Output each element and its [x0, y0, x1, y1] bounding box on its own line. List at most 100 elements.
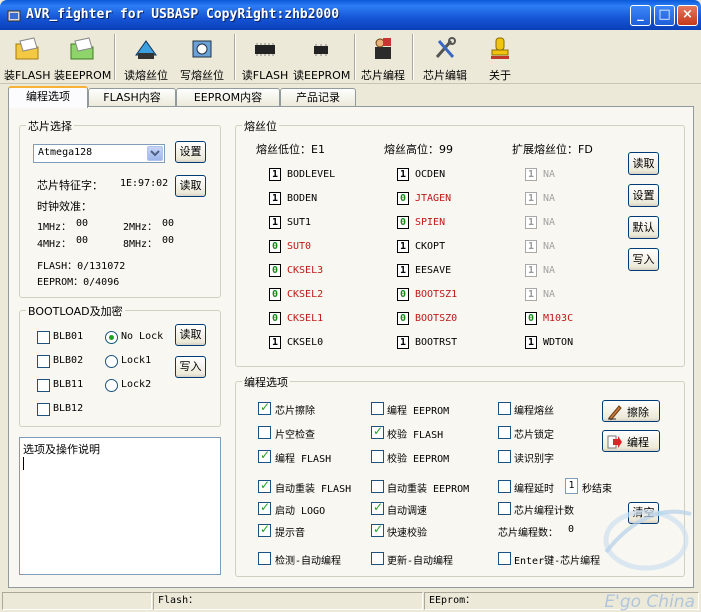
auto-reload-eeprom-checkbox[interactable]: [371, 480, 384, 493]
program-eeprom-checkbox[interactable]: [371, 402, 384, 415]
program-flash-checkbox[interactable]: [258, 448, 271, 463]
fuse-bit-bodlevel[interactable]: 1: [269, 168, 281, 181]
chevron-down-icon[interactable]: [147, 146, 163, 161]
blank-check-checkbox[interactable]: [258, 426, 271, 439]
bootload-group: BOOTLOAD及加密 BLB01 BLB02 BLB11 BLB12 No L…: [19, 303, 221, 427]
load-eeprom-button[interactable]: 装EEPROM: [54, 33, 111, 83]
chip-select-dropdown[interactable]: Atmega128: [33, 144, 165, 163]
fuse-group: 熔丝位 熔丝低位：E1 熔丝高位：99 扩展熔丝位：FD 1 BODLEVEL …: [235, 118, 685, 367]
fuse-bit-ocden[interactable]: 1: [397, 168, 409, 181]
delay-seconds-input[interactable]: 1: [565, 478, 578, 494]
bootload-read-button[interactable]: 读取: [175, 324, 206, 346]
fuse-bit-cksel0[interactable]: 1: [269, 336, 281, 349]
fuse-bit-sut0[interactable]: 0: [269, 240, 281, 253]
auto-speed-checkbox[interactable]: [371, 500, 384, 515]
lock2-radio[interactable]: [105, 379, 118, 392]
load-flash-button[interactable]: 装FLASH: [4, 33, 51, 83]
blb12-checkbox[interactable]: [37, 403, 50, 416]
no-lock-radio[interactable]: [105, 331, 118, 344]
read-flash-button[interactable]: 读FLASH: [240, 33, 290, 83]
chip-read-button[interactable]: 读取: [175, 175, 206, 197]
write-fuse-button[interactable]: 写熔丝位: [176, 33, 228, 83]
main-window: AVR_fighter for USBASP CopyRight:zhb2000…: [0, 0, 701, 612]
read-signature-checkbox[interactable]: [498, 450, 511, 463]
about-button[interactable]: 关于: [478, 33, 522, 83]
read-fuse-button[interactable]: 读熔丝位: [120, 33, 172, 83]
fuse-bit-cksel3[interactable]: 0: [269, 264, 281, 277]
status-panel-main: [2, 592, 152, 610]
fuse-bit-eesave[interactable]: 1: [397, 264, 409, 277]
fuse-bit-wdton[interactable]: 1: [525, 336, 537, 349]
calib-8mhz-value: 00: [162, 235, 175, 246]
title-bar[interactable]: AVR_fighter for USBASP CopyRight:zhb2000…: [0, 0, 701, 30]
chip-lock-checkbox[interactable]: [498, 426, 511, 439]
fuse-bit-bootsz0[interactable]: 0: [397, 312, 409, 325]
fuse-bit-ext-na: 1: [525, 216, 537, 229]
enter-key-program-checkbox[interactable]: [498, 552, 511, 565]
bootload-write-button[interactable]: 写入: [175, 356, 206, 378]
fuse-bit-jtagen[interactable]: 0: [397, 192, 409, 205]
toolbar: 装FLASH 装EEPROM 读熔丝位 写熔丝位 读FLASH 读EEPROM …: [0, 30, 701, 84]
blb02-checkbox[interactable]: [37, 355, 50, 368]
fuse-set-button[interactable]: 设置: [628, 184, 659, 207]
fuse-read-button[interactable]: 读取: [628, 152, 659, 175]
chip-set-button[interactable]: 设置: [175, 141, 206, 163]
fuse-bit-cksel2[interactable]: 0: [269, 288, 281, 301]
erase-button[interactable]: 擦除: [602, 400, 660, 422]
startup-logo-checkbox[interactable]: [258, 500, 271, 515]
fuse-write-button[interactable]: 写入: [628, 248, 659, 271]
fuse-bit-bootrst[interactable]: 1: [397, 336, 409, 349]
programmer-icon: [375, 38, 391, 59]
program-fuse-checkbox[interactable]: [498, 402, 511, 415]
chip-count-checkbox[interactable]: [498, 502, 511, 515]
program-button[interactable]: 编程: [602, 430, 660, 452]
blb11-checkbox[interactable]: [37, 379, 50, 392]
watermark: E'go China: [604, 592, 695, 612]
chip-count-label: 芯片编程数：: [498, 528, 558, 539]
fuse-bit-boden[interactable]: 1: [269, 192, 281, 205]
blb01-checkbox[interactable]: [37, 331, 50, 344]
verify-eeprom-checkbox[interactable]: [371, 450, 384, 463]
chip-erase-checkbox[interactable]: [258, 400, 271, 415]
fuse-ext-header: 扩展熔丝位：FD: [512, 143, 593, 156]
auto-reload-flash-checkbox[interactable]: [258, 478, 271, 493]
fuse-default-button[interactable]: 默认: [628, 216, 659, 239]
chip-read-icon: [135, 40, 157, 59]
tab-product-record[interactable]: 产品记录: [280, 88, 356, 107]
text-cursor: [23, 457, 24, 470]
toolbar-separator: [412, 34, 414, 80]
fuse-bit-spien[interactable]: 0: [397, 216, 409, 229]
read-eeprom-button[interactable]: 读EEPROM: [293, 33, 350, 83]
tab-eeprom-content[interactable]: EEPROM内容: [176, 88, 280, 107]
tab-programming-options[interactable]: 编程选项: [8, 86, 88, 108]
detect-auto-program-checkbox[interactable]: [258, 552, 271, 565]
fast-verify-checkbox[interactable]: [371, 522, 384, 537]
notes-textarea[interactable]: 选项及操作说明: [19, 437, 221, 575]
minimize-button[interactable]: _: [630, 5, 651, 26]
lock1-radio[interactable]: [105, 355, 118, 368]
fuse-bit-ckopt[interactable]: 1: [397, 240, 409, 253]
beep-checkbox[interactable]: [258, 522, 271, 537]
fuse-bit-m103c[interactable]: 0: [525, 312, 537, 325]
program-delay-checkbox[interactable]: [498, 480, 511, 493]
chip-count-value: 0: [568, 524, 575, 535]
fuse-bit-ext-na: 1: [525, 288, 537, 301]
status-flash: Flash：: [153, 592, 423, 610]
calibration-label: 时钟效准：: [37, 200, 92, 213]
fuse-bit-bootsz1[interactable]: 0: [397, 288, 409, 301]
verify-flash-checkbox[interactable]: [371, 424, 384, 439]
calib-4mhz-label: 4MHz：: [37, 239, 72, 250]
close-button[interactable]: ×: [677, 5, 698, 26]
chip-program-button[interactable]: 芯片编程: [356, 33, 410, 83]
update-auto-program-checkbox[interactable]: [371, 552, 384, 565]
fuse-bit-cksel1[interactable]: 0: [269, 312, 281, 325]
chip-write-icon: [192, 40, 212, 58]
maximize-button[interactable]: □: [654, 5, 675, 26]
signature-value: 1E:97:02: [120, 178, 169, 189]
chip-edit-button[interactable]: 芯片编辑: [418, 33, 472, 83]
tab-flash-content[interactable]: FLASH内容: [88, 88, 176, 107]
fuse-bit-sut1[interactable]: 1: [269, 216, 281, 229]
ic-chip-icon: [255, 43, 275, 56]
calib-2mhz-value: 00: [162, 218, 175, 229]
arrow-right-icon: [607, 435, 622, 449]
